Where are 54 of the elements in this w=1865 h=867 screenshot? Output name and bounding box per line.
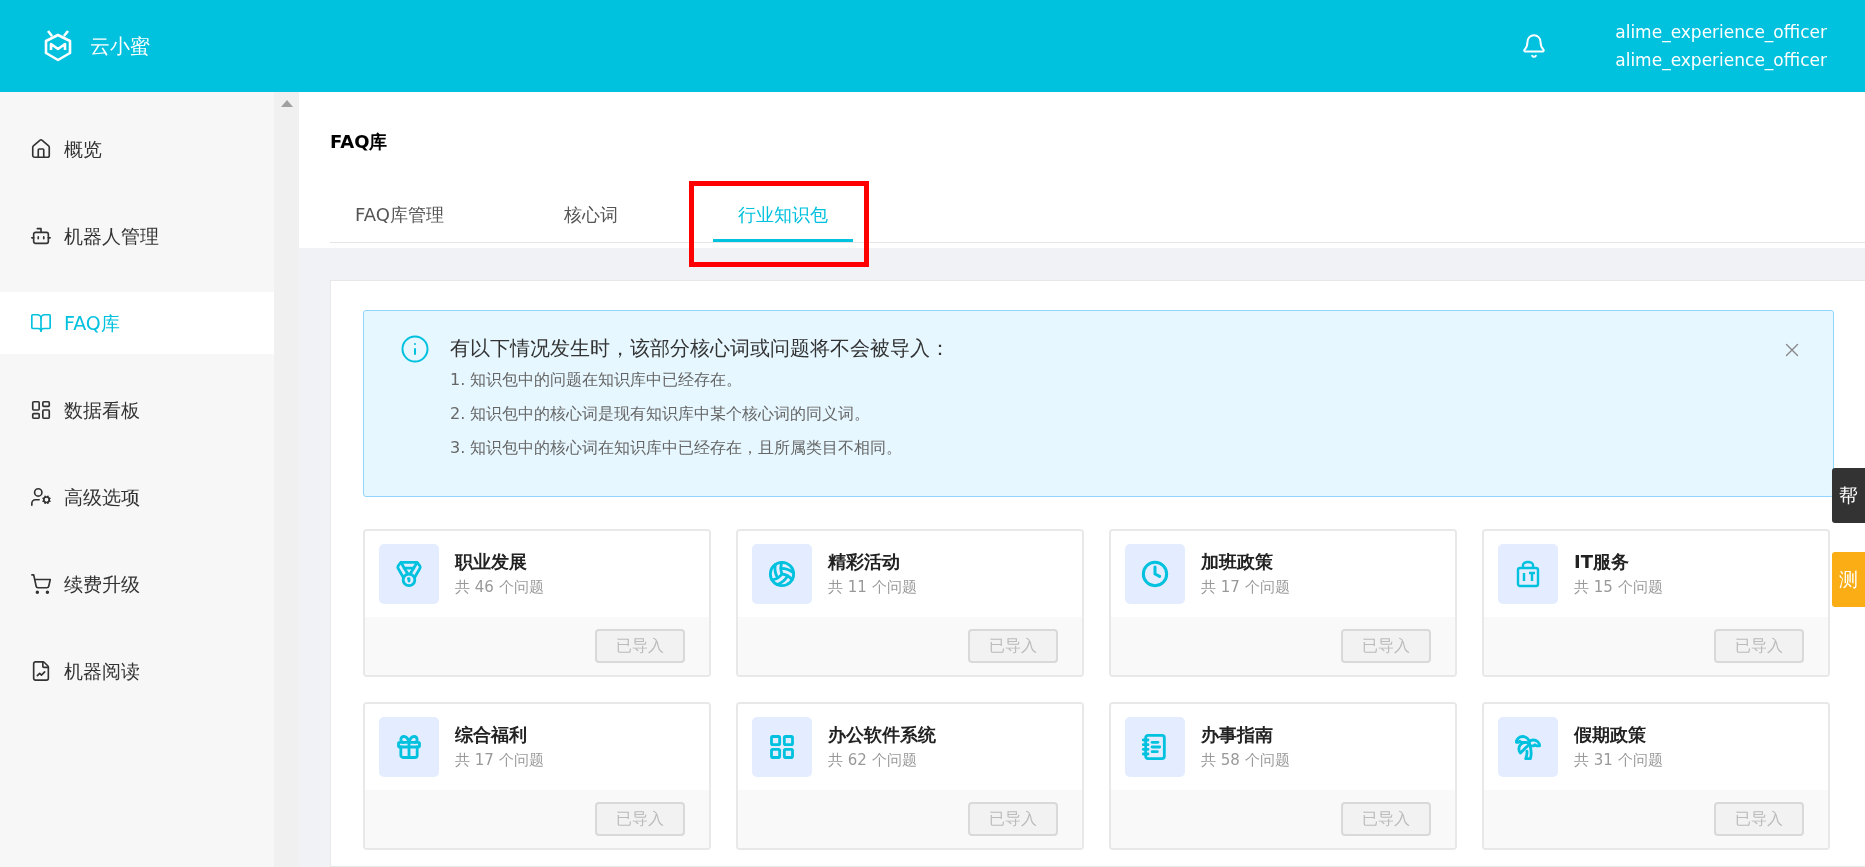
package-name: 职业发展 bbox=[455, 550, 528, 574]
tab[interactable]: 行业知识包 bbox=[712, 189, 853, 242]
sidebar-item[interactable]: 高级选项 bbox=[0, 466, 274, 528]
sidebar-item[interactable]: 续费升级 bbox=[0, 553, 274, 615]
ball-icon bbox=[768, 560, 796, 588]
sidebar-item[interactable]: 概览 bbox=[0, 118, 274, 180]
book-icon bbox=[30, 312, 52, 334]
notice-title: 有以下情况发生时，该部分核心词或问题将不会被导入： bbox=[450, 335, 951, 362]
question-count: 共 46 个问题 bbox=[455, 577, 544, 598]
sidebar-item[interactable]: FAQ库 bbox=[0, 292, 274, 354]
question-count: 共 62 个问题 bbox=[828, 750, 918, 771]
package-name: 加班政策 bbox=[1201, 550, 1274, 574]
medal-icon bbox=[395, 560, 423, 588]
floating-side-tab[interactable]: 帮 bbox=[1832, 468, 1865, 523]
robot-head-icon bbox=[30, 225, 52, 247]
notification-bell-icon[interactable] bbox=[1521, 33, 1548, 59]
tab[interactable]: FAQ库管理 bbox=[330, 189, 469, 242]
cart-icon bbox=[30, 573, 52, 595]
info-icon bbox=[400, 334, 430, 364]
scroll-up-arrow-icon[interactable] bbox=[280, 100, 293, 107]
package-name: IT服务 bbox=[1574, 550, 1630, 574]
notice-line: 1. 知识包中的问题在知识库中已经存在。 bbox=[450, 369, 744, 391]
clock-icon bbox=[1141, 560, 1169, 588]
sidebar-item[interactable]: 数据看板 bbox=[0, 379, 274, 441]
brand-name: 云小蜜 bbox=[90, 33, 150, 60]
palm-tree-icon bbox=[1514, 733, 1542, 761]
username[interactable]: alime_experience_officer bbox=[1615, 49, 1827, 71]
sidebar-item[interactable]: 机器阅读 bbox=[0, 640, 274, 702]
username[interactable]: alime_experience_officer bbox=[1615, 21, 1827, 43]
question-count: 共 58 个问题 bbox=[1201, 750, 1290, 771]
chart-document-icon bbox=[30, 660, 52, 682]
notice-line: 3. 知识包中的核心词在知识库中已经存在，且所属类目不相同。 bbox=[450, 437, 904, 459]
floating-side-tab[interactable]: 测 bbox=[1832, 552, 1865, 607]
dashboard-icon bbox=[30, 399, 52, 421]
question-count: 共 17 个问题 bbox=[455, 750, 544, 771]
user-gear-icon bbox=[30, 486, 52, 508]
grid-icon bbox=[768, 733, 796, 761]
question-count: 共 11 个问题 bbox=[828, 577, 917, 598]
home-icon bbox=[30, 138, 52, 160]
package-name: 假期政策 bbox=[1574, 723, 1647, 747]
package-name: 精彩活动 bbox=[828, 550, 901, 574]
package-name: 办公软件系统 bbox=[828, 723, 936, 747]
package-name: 综合福利 bbox=[455, 723, 528, 747]
gift-icon bbox=[395, 733, 423, 761]
package-name: 办事指南 bbox=[1201, 723, 1274, 747]
bag-icon bbox=[1515, 560, 1541, 588]
question-count: 共 17 个问题 bbox=[1201, 577, 1290, 598]
tab[interactable]: 核心词 bbox=[538, 189, 643, 242]
sidebar-item[interactable]: 机器人管理 bbox=[0, 205, 274, 267]
question-count: 共 15 个问题 bbox=[1574, 577, 1663, 598]
notice-line: 2. 知识包中的核心词是现有知识库中某个核心词的同义词。 bbox=[450, 403, 872, 425]
page-title: FAQ库 bbox=[330, 130, 389, 154]
notebook-icon bbox=[1141, 733, 1169, 761]
question-count: 共 31 个问题 bbox=[1574, 750, 1663, 771]
